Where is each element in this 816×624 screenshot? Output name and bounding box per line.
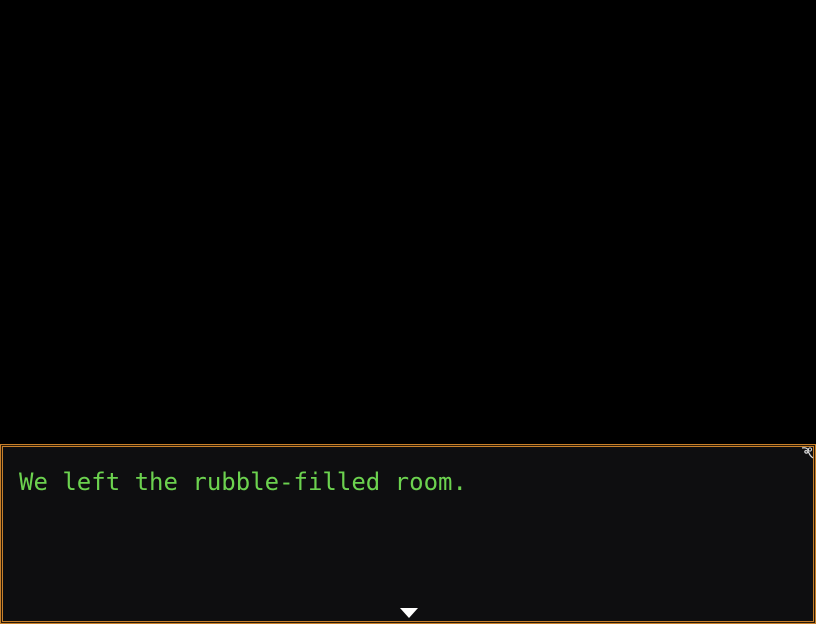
continue-arrow-icon[interactable] (399, 607, 419, 619)
corner-ornament-icon (801, 447, 814, 459)
message-text: We left the rubble-filled room. (19, 468, 467, 496)
game-screen: We left the rubble-filled room. (0, 0, 816, 624)
message-window[interactable]: We left the rubble-filled room. (0, 444, 816, 624)
